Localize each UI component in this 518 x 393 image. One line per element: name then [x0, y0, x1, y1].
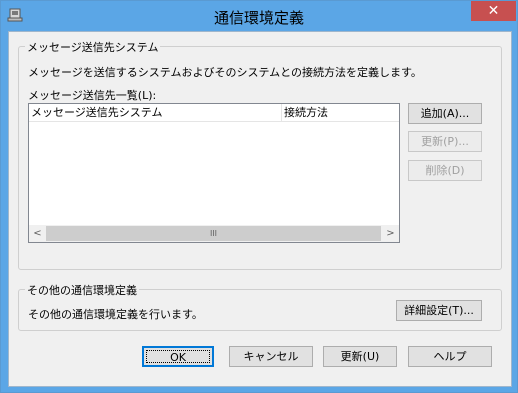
ok-button[interactable]: OK	[142, 346, 214, 367]
group-description: メッセージを送信するシステムおよびそのシステムとの接続方法を定義します。	[28, 66, 422, 79]
group-legend: メッセージ送信先システム	[25, 39, 161, 55]
scroll-left-icon[interactable]: <	[29, 225, 46, 242]
scroll-right-icon[interactable]: >	[382, 225, 399, 242]
destination-list[interactable]: メッセージ送信先システム 接続方法 < III >	[28, 103, 400, 243]
dialog-body: メッセージ送信先システム メッセージを送信するシステムおよびそのシステムとの接続…	[8, 31, 512, 387]
help-button[interactable]: ヘルプ	[408, 346, 492, 367]
close-button[interactable]: ✕	[471, 1, 516, 21]
dialog-window: 通信環境定義 ✕ メッセージ送信先システム メッセージを送信するシステムおよびそ…	[0, 0, 518, 393]
delete-button[interactable]: 削除(D)	[408, 160, 482, 181]
scroll-thumb[interactable]: III	[46, 226, 381, 241]
cancel-button[interactable]: キャンセル	[229, 346, 313, 367]
window-title: 通信環境定義	[213, 9, 304, 27]
group-description: その他の通信環境定義を行います。	[28, 308, 203, 321]
horizontal-scrollbar[interactable]: < III >	[29, 225, 399, 242]
ok-label: OK	[146, 350, 210, 364]
list-header: メッセージ送信先システム 接続方法	[29, 104, 399, 122]
list-label: メッセージ送信先一覧(L):	[28, 89, 157, 102]
group-legend: その他の通信環境定義	[25, 282, 139, 298]
close-icon: ✕	[487, 3, 500, 19]
column-header-connection[interactable]: 接続方法	[282, 104, 399, 121]
update-entry-button[interactable]: 更新(P)...	[408, 131, 482, 152]
title-bar[interactable]: 通信環境定義 ✕	[1, 1, 517, 31]
update-button[interactable]: 更新(U)	[323, 346, 397, 367]
add-button[interactable]: 追加(A)...	[408, 103, 482, 124]
column-header-system[interactable]: メッセージ送信先システム	[29, 104, 282, 121]
detail-settings-button[interactable]: 詳細設定(T)...	[396, 300, 482, 321]
group-message-destination: メッセージ送信先システム メッセージを送信するシステムおよびそのシステムとの接続…	[18, 39, 502, 270]
group-other-settings: その他の通信環境定義 その他の通信環境定義を行います。 詳細設定(T)...	[18, 282, 502, 331]
